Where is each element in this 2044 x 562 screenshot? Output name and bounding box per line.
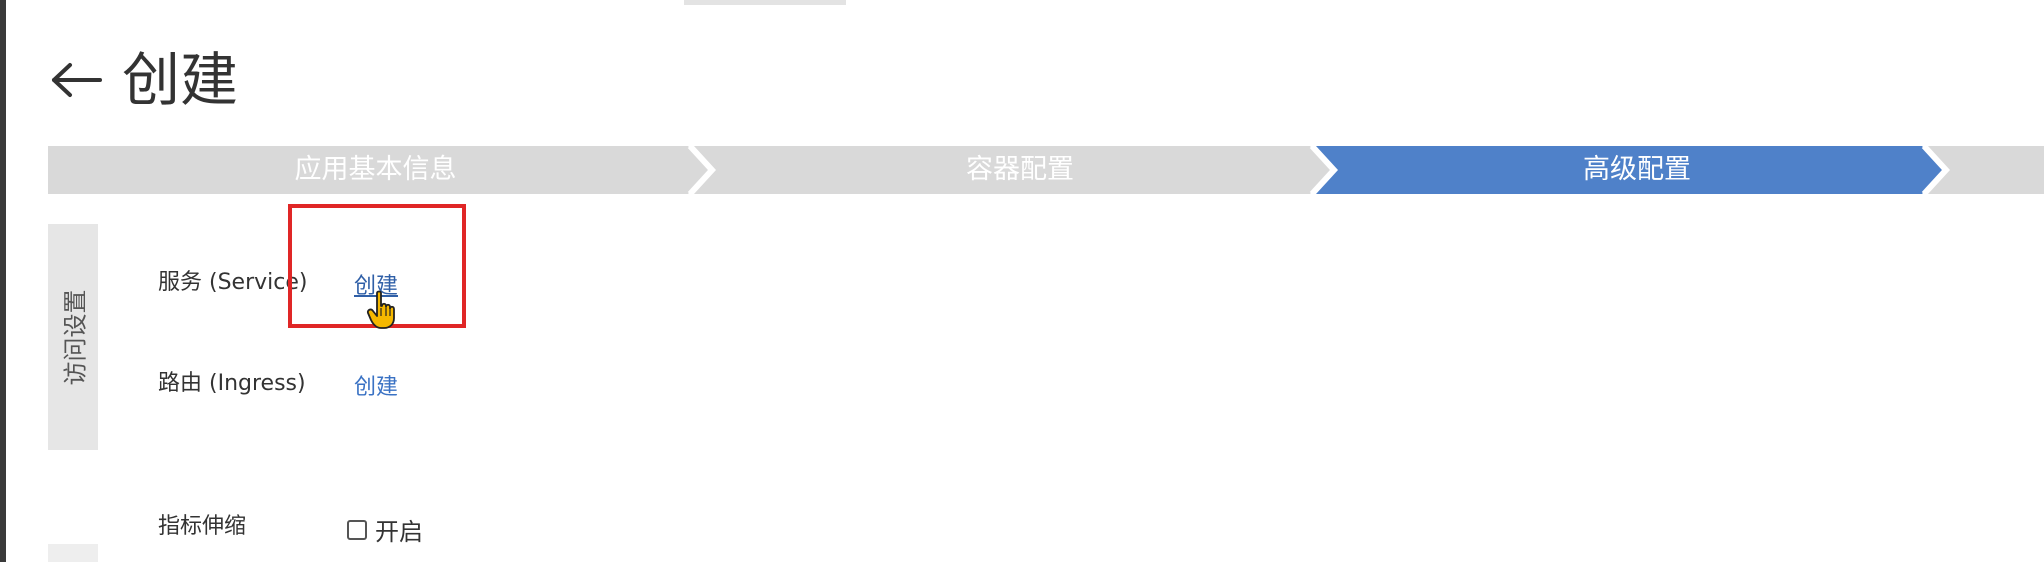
access-settings-tab: 访问设置	[48, 224, 98, 450]
page-title: 创建	[122, 46, 239, 114]
wizard-stepper: 应用基本信息 容器配置 高级配置	[48, 146, 2044, 194]
autoscaling-label: 指标伸缩	[158, 514, 247, 539]
enable-checkbox-label: 开启	[375, 518, 423, 546]
top-tab-indicator	[684, 0, 846, 5]
ingress-create-link[interactable]: 创建	[354, 369, 398, 401]
back-button[interactable]	[50, 40, 110, 120]
service-label: 服务 (Service)	[158, 270, 308, 295]
step-basic-info[interactable]: 应用基本信息	[48, 146, 703, 194]
next-section-tab	[48, 544, 98, 562]
ingress-label: 路由 (Ingress)	[158, 371, 306, 396]
page-header: 创建	[50, 40, 238, 120]
enable-checkbox[interactable]	[347, 519, 367, 540]
autoscaling-enable-toggle[interactable]: 开启	[347, 512, 423, 547]
step-container-config[interactable]: 容器配置	[716, 146, 1324, 194]
arrow-left-icon	[52, 63, 102, 97]
hand-pointer-cursor	[366, 290, 395, 329]
window-left-edge	[0, 0, 6, 562]
access-settings-label: 访问设置	[61, 289, 90, 385]
step-advanced-config[interactable]: 高级配置	[1338, 146, 1936, 194]
